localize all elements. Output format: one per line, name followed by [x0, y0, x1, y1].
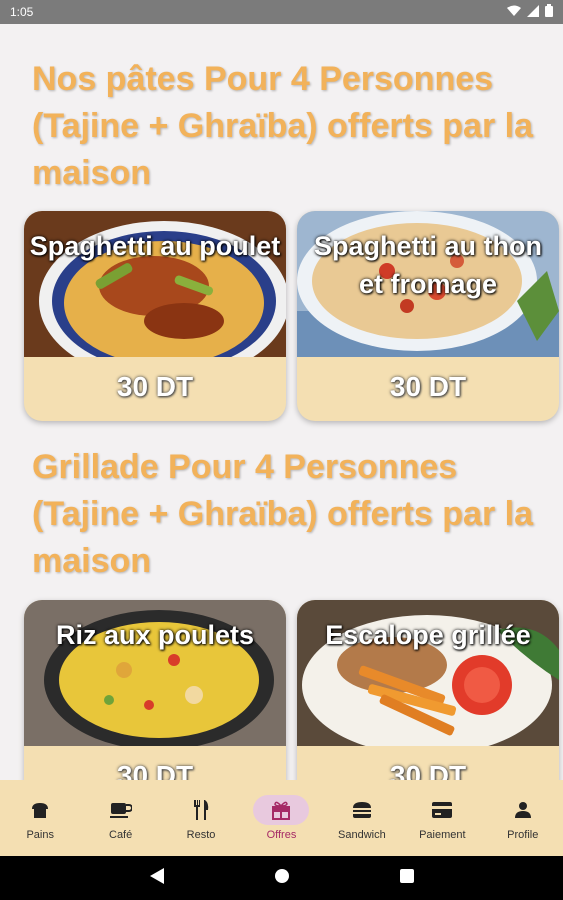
food-price: 30 DT: [389, 371, 467, 402]
offers-scroll-area[interactable]: Nos pâtes Pour 4 Personnes (Tajine + Ghr…: [0, 24, 563, 780]
nav-label: Paiement: [419, 829, 466, 841]
coffee-cup-icon: [93, 795, 149, 825]
nav-label: Profile: [507, 829, 539, 841]
food-name: Spaghetti au poulet: [29, 231, 281, 261]
system-navigation-bar: [0, 856, 563, 900]
bread-icon: [12, 795, 68, 825]
signal-icon: [527, 4, 539, 20]
bottom-navigation: Pains Café Resto Offres Sandwich Paiemen…: [0, 780, 563, 856]
back-icon[interactable]: [149, 867, 164, 889]
nav-item-sandwich[interactable]: Sandwich: [327, 795, 397, 841]
food-price: 30 DT: [116, 760, 194, 780]
nav-label: Café: [109, 829, 133, 841]
food-name: Spaghetti au thon et fromage: [314, 231, 542, 299]
food-card-spaghetti-thon[interactable]: Spaghetti au thon et fromage 30 DT: [297, 211, 559, 421]
food-price: 30 DT: [389, 760, 467, 780]
food-name: Riz aux poulets: [55, 620, 255, 650]
burger-icon: [334, 795, 390, 825]
fork-knife-icon: [173, 795, 229, 825]
status-time: 1:05: [10, 5, 34, 19]
food-card-spaghetti-poulet[interactable]: Spaghetti au poulet 30 DT: [24, 211, 286, 421]
battery-icon: [545, 4, 553, 20]
person-icon: [495, 795, 551, 825]
gift-icon: [253, 795, 310, 825]
status-bar: 1:05: [0, 0, 563, 24]
credit-card-icon: [414, 795, 470, 825]
food-price: 30 DT: [116, 371, 194, 402]
nav-item-offres[interactable]: Offres: [246, 795, 316, 841]
nav-label: Resto: [186, 829, 216, 841]
nav-item-profile[interactable]: Profile: [488, 795, 558, 841]
nav-item-resto[interactable]: Resto: [166, 795, 236, 841]
nav-label: Offres: [266, 829, 297, 841]
nav-label: Sandwich: [338, 829, 386, 841]
nav-item-cafe[interactable]: Café: [86, 795, 156, 841]
nav-item-pains[interactable]: Pains: [5, 795, 75, 841]
food-name: Escalope grillée: [325, 620, 531, 650]
wifi-icon: [507, 5, 521, 20]
section-title-pates: Nos pâtes Pour 4 Personnes (Tajine + Ghr…: [32, 60, 533, 192]
food-card-escalope[interactable]: Escalope grillée 30 DT: [297, 600, 559, 780]
nav-item-paiement[interactable]: Paiement: [407, 795, 477, 841]
recents-icon[interactable]: [399, 868, 414, 888]
status-icons: [507, 4, 553, 20]
home-icon[interactable]: [274, 868, 290, 889]
section-title-grillade: Grillade Pour 4 Personnes (Tajine + Ghra…: [32, 448, 533, 580]
nav-label: Pains: [26, 829, 54, 841]
food-card-riz-poulets[interactable]: Riz aux poulets 30 DT: [24, 600, 286, 780]
